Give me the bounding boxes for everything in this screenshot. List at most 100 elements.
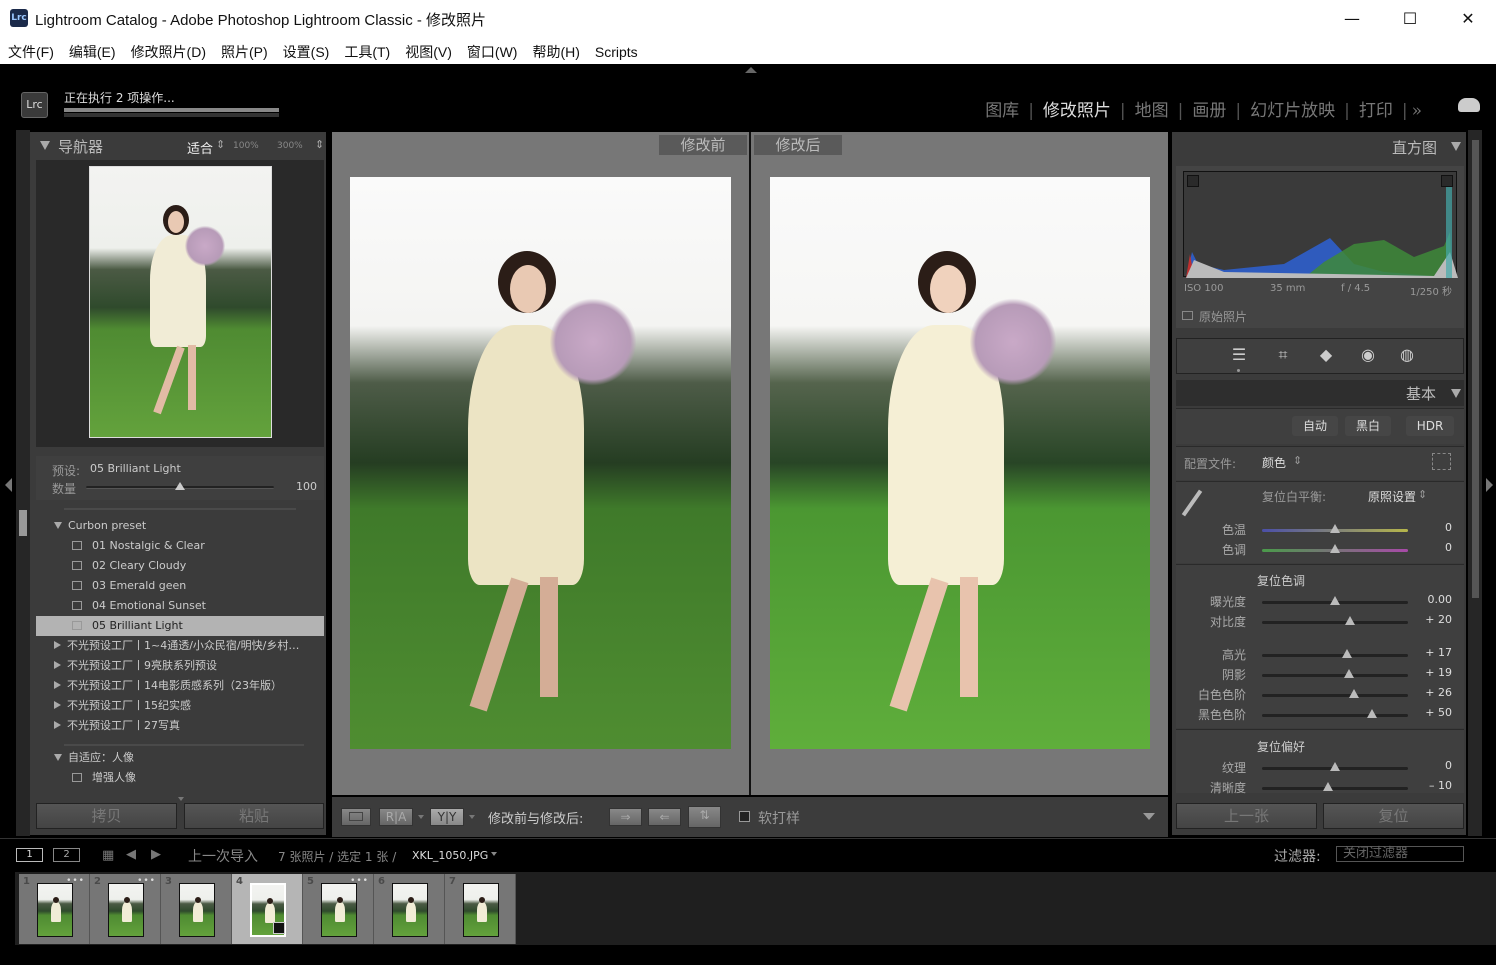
filter-select[interactable]: 关闭过滤器 xyxy=(1336,846,1464,862)
slider-thumb[interactable] xyxy=(1344,616,1355,625)
preset-item[interactable]: 03 Emerald geen xyxy=(36,576,324,596)
dropdown-icon[interactable] xyxy=(418,815,424,819)
slider-value[interactable]: 0 xyxy=(1412,759,1452,772)
navigator-thumbnail[interactable] xyxy=(89,166,272,438)
slider-value[interactable]: + 17 xyxy=(1412,646,1452,659)
back-arrow-icon[interactable]: ◀ xyxy=(126,847,136,862)
crop-icon[interactable]: ⌗ xyxy=(1272,345,1294,367)
module-book[interactable]: 画册 xyxy=(1183,101,1235,121)
module-slideshow[interactable]: 幻灯片放映 xyxy=(1241,101,1344,121)
source-label[interactable]: 上一次导入 xyxy=(188,846,258,866)
slider-thumb[interactable] xyxy=(1343,669,1354,678)
grid-view-icon[interactable]: ▦ xyxy=(102,848,114,863)
cloud-icon[interactable] xyxy=(1458,98,1480,112)
slider-value[interactable]: 0.00 xyxy=(1412,593,1453,606)
slider-thumb[interactable] xyxy=(1330,762,1340,771)
highlight-clipping-icon[interactable] xyxy=(1441,175,1453,187)
amount-slider-thumb[interactable] xyxy=(175,482,185,490)
menu-settings[interactable]: 设置(S) xyxy=(275,38,337,62)
profile-select[interactable]: 颜色 xyxy=(1262,454,1286,471)
slider-thumb[interactable] xyxy=(1330,596,1340,605)
slider-thumb[interactable] xyxy=(1330,524,1340,533)
navigator-header[interactable]: 导航器 适合 ⇕ 100% 300% ⇕ xyxy=(36,135,324,161)
more-modules-icon[interactable]: » xyxy=(1408,101,1431,121)
preset-group[interactable]: 不光预设工厂丨15纪实感 xyxy=(36,696,324,716)
module-develop[interactable]: 修改照片 xyxy=(1034,101,1120,121)
slider-value[interactable]: + 19 xyxy=(1412,666,1452,679)
slider-thumb[interactable] xyxy=(1322,782,1333,791)
preset-item[interactable]: 增强人像 xyxy=(36,768,324,788)
close-button[interactable]: ✕ xyxy=(1439,0,1496,38)
navigator-preview[interactable] xyxy=(36,160,324,447)
before-image[interactable] xyxy=(350,177,731,749)
module-print[interactable]: 打印 xyxy=(1350,101,1402,121)
shadow-clipping-icon[interactable] xyxy=(1187,175,1199,187)
preset-item[interactable]: 02 Cleary Cloudy xyxy=(36,556,324,576)
redeye-icon[interactable]: ◉ xyxy=(1357,345,1379,367)
filmstrip-cell[interactable]: 2 ••• xyxy=(90,874,161,944)
histogram[interactable] xyxy=(1183,171,1458,278)
slider-thumb[interactable] xyxy=(1342,649,1353,658)
profile-stepper-icon[interactable]: ⇕ xyxy=(1293,454,1302,467)
minimize-button[interactable]: — xyxy=(1323,0,1381,38)
left-panel-scrollbar[interactable] xyxy=(19,510,27,536)
zoom-fit[interactable]: 适合 xyxy=(187,138,213,157)
filmstrip-cell[interactable]: 5 ••• xyxy=(303,874,374,944)
filmstrip-thumbnail[interactable] xyxy=(463,883,499,937)
menu-window[interactable]: 窗口(W) xyxy=(459,38,525,62)
before-after-split-button[interactable]: Y|Y xyxy=(430,808,464,826)
second-window-button[interactable]: 2 xyxy=(53,848,80,862)
zoom-stepper-icon[interactable]: ⇕ xyxy=(315,138,324,151)
loupe-view-button[interactable] xyxy=(341,808,371,826)
basic-collapse-icon[interactable] xyxy=(1451,389,1461,398)
filmstrip-thumbnail[interactable] xyxy=(321,883,357,937)
collapse-left-panel-icon[interactable] xyxy=(5,478,12,492)
module-library[interactable]: 图库 xyxy=(976,101,1028,121)
sliders-icon[interactable]: ☰ xyxy=(1228,345,1250,367)
slider-thumb[interactable] xyxy=(1348,689,1359,698)
original-photo-checkbox[interactable] xyxy=(1182,311,1193,320)
navigator-collapse-icon[interactable] xyxy=(40,141,50,150)
menu-view[interactable]: 视图(V) xyxy=(397,38,459,62)
preset-item[interactable]: 05 Brilliant Light xyxy=(36,616,324,636)
before-after-lr-button[interactable]: R|A xyxy=(379,808,413,826)
filmstrip-thumbnail[interactable] xyxy=(392,883,428,937)
preset-group-adaptive-portrait[interactable]: 自适应：人像 xyxy=(36,748,324,768)
dropdown-icon[interactable] xyxy=(469,815,475,819)
swap-before-after-button[interactable]: ⇅ xyxy=(688,806,721,828)
profile-browser-icon[interactable] xyxy=(1432,453,1451,470)
filmstrip-thumbnail[interactable] xyxy=(108,883,144,937)
after-image[interactable] xyxy=(770,177,1150,749)
eraser-icon[interactable]: ◆ xyxy=(1315,345,1337,367)
slider-value[interactable]: + 50 xyxy=(1412,706,1452,719)
main-window-button[interactable]: 1 xyxy=(16,848,43,862)
menu-develop[interactable]: 修改照片(D) xyxy=(123,38,213,62)
maximize-button[interactable]: ☐ xyxy=(1381,0,1439,38)
previous-button[interactable]: 上一张 xyxy=(1176,803,1317,829)
toolbar-menu-icon[interactable] xyxy=(1143,813,1155,820)
slider-value[interactable]: 0 xyxy=(1412,541,1452,554)
slider-thumb[interactable] xyxy=(1366,709,1377,718)
wb-stepper-icon[interactable]: ⇕ xyxy=(1418,488,1427,501)
slider-track[interactable] xyxy=(1262,787,1408,790)
histogram-collapse-icon[interactable] xyxy=(1451,142,1461,151)
soft-proof-checkbox[interactable] xyxy=(739,811,750,822)
slider-value[interactable]: – 10 xyxy=(1412,779,1452,792)
preset-item[interactable]: 04 Emotional Sunset xyxy=(36,596,324,616)
slider-track[interactable] xyxy=(1262,621,1408,624)
preset-group[interactable]: 不光预设工厂丨14电影质感系列（23年版） xyxy=(36,676,324,696)
menu-photo[interactable]: 照片(P) xyxy=(213,38,275,62)
wb-select[interactable]: 原照设置 xyxy=(1368,488,1416,505)
filename-dropdown-icon[interactable] xyxy=(491,852,497,856)
menu-help[interactable]: 帮助(H) xyxy=(524,38,586,62)
preset-group[interactable]: 不光预设工厂丨1~4通透/小众民宿/明快/乡村… xyxy=(36,636,324,656)
paste-button[interactable]: 粘贴 xyxy=(184,803,324,829)
menu-file[interactable]: 文件(F) xyxy=(0,38,61,62)
slider-track[interactable] xyxy=(1262,694,1408,697)
preset-group-curbon[interactable]: Curbon preset xyxy=(36,516,324,536)
right-panel-scrollbar[interactable] xyxy=(1472,140,1479,598)
presence-reset-label[interactable]: 复位偏好 xyxy=(1257,738,1305,755)
hdr-button[interactable]: HDR xyxy=(1406,416,1454,436)
filmstrip-cell[interactable]: 1 ••• xyxy=(19,874,90,944)
menu-scripts[interactable]: Scripts xyxy=(587,40,645,60)
